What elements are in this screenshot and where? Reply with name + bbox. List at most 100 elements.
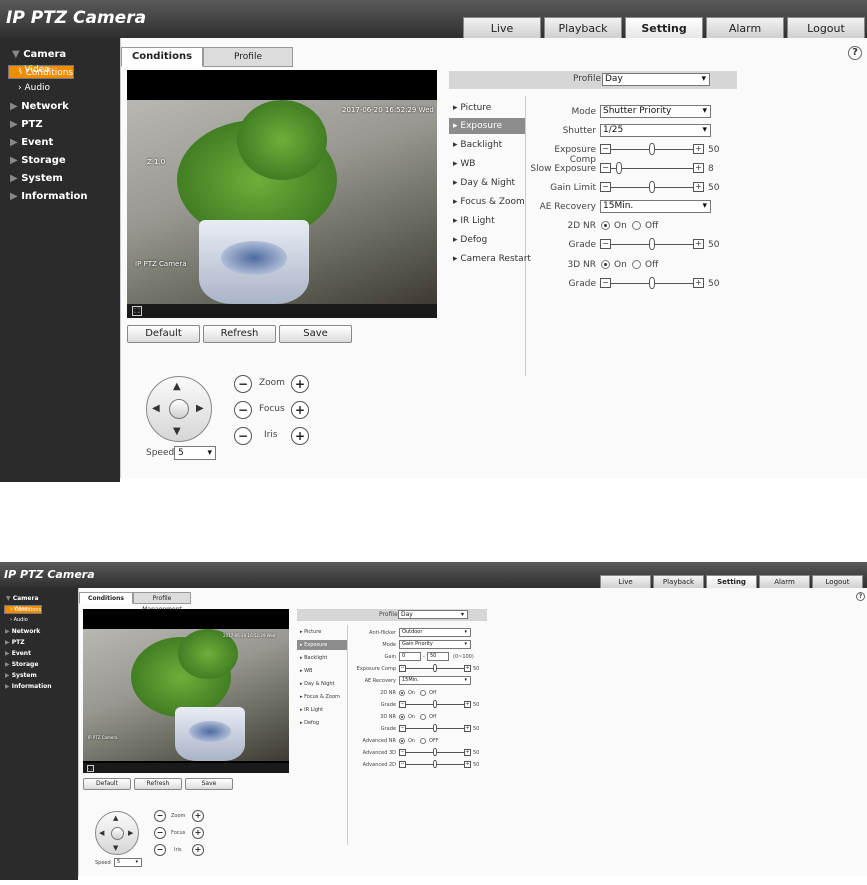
menu-item-wb[interactable]: ▸ WB bbox=[449, 156, 525, 172]
menu-item-focus-zoom[interactable]: ▸ Focus & Zoom bbox=[449, 194, 525, 210]
arrow-down-icon[interactable]: ▼ bbox=[113, 844, 118, 852]
increase-button[interactable]: + bbox=[464, 701, 471, 708]
menu-item-exposure[interactable]: ▸ Exposure bbox=[449, 118, 525, 134]
increase-button[interactable]: + bbox=[464, 761, 471, 768]
slow-exposure-slider[interactable]: − + bbox=[600, 162, 715, 175]
ptz-direction-pad[interactable]: ▲ ▼ ◀ ▶ bbox=[95, 811, 139, 855]
arrow-left-icon[interactable]: ◀ bbox=[99, 829, 104, 837]
profile-select[interactable]: Day ▾ bbox=[398, 610, 468, 619]
arrow-up-icon[interactable]: ▲ bbox=[173, 381, 181, 392]
tab-alarm[interactable]: Alarm bbox=[706, 17, 784, 38]
sidebar-item-event[interactable]: ▶ Event bbox=[0, 647, 78, 658]
3d-nr-on-radio[interactable] bbox=[601, 260, 610, 269]
profile-select[interactable]: Day ▾ bbox=[602, 73, 710, 86]
exposure-comp-slider[interactable]: − + bbox=[600, 143, 715, 156]
sidebar-item-storage[interactable]: ▶ Storage bbox=[0, 658, 78, 669]
focus-out-button[interactable]: − bbox=[154, 827, 166, 839]
grade-slider[interactable]: − + bbox=[600, 238, 715, 251]
tab-playback[interactable]: Playback bbox=[544, 17, 622, 38]
menu-item-ir-light[interactable]: ▸ IR Light bbox=[297, 705, 347, 715]
sidebar-item-ptz[interactable]: ▶ PTZ bbox=[0, 115, 120, 133]
sidebar-item-system[interactable]: ▶ System bbox=[0, 169, 120, 187]
help-icon[interactable]: ? bbox=[856, 592, 865, 601]
arrow-up-icon[interactable]: ▲ bbox=[113, 814, 118, 822]
slider-thumb[interactable] bbox=[433, 760, 437, 768]
zoom-out-button[interactable]: − bbox=[154, 810, 166, 822]
slider-thumb[interactable] bbox=[433, 748, 437, 756]
tab-setting[interactable]: Setting bbox=[625, 17, 703, 38]
advanced-3d-slider[interactable]: − + bbox=[399, 748, 471, 757]
exposure-comp-slider[interactable]: − + bbox=[399, 664, 471, 673]
menu-item-wb[interactable]: ▸ WB bbox=[297, 666, 347, 676]
increase-button[interactable]: + bbox=[464, 665, 471, 672]
menu-item-picture[interactable]: ▸ Picture bbox=[449, 100, 525, 116]
3d-nr-on-radio[interactable] bbox=[399, 714, 405, 720]
save-button[interactable]: Save bbox=[185, 778, 233, 790]
advanced-nr-off-radio[interactable] bbox=[420, 738, 426, 744]
slider-thumb[interactable] bbox=[649, 143, 655, 155]
menu-item-backlight[interactable]: ▸ Backlight bbox=[449, 137, 525, 153]
focus-in-button[interactable]: + bbox=[192, 827, 204, 839]
decrease-button[interactable]: − bbox=[399, 701, 406, 708]
decrease-button[interactable]: − bbox=[600, 163, 611, 173]
save-button[interactable]: Save bbox=[279, 325, 352, 343]
decrease-button[interactable]: − bbox=[399, 665, 406, 672]
gain-limit-slider[interactable]: − + bbox=[600, 181, 715, 194]
iris-close-button[interactable]: − bbox=[154, 844, 166, 856]
help-icon[interactable]: ? bbox=[848, 46, 862, 60]
sidebar-item-storage[interactable]: ▶ Storage bbox=[0, 151, 120, 169]
slider-thumb[interactable] bbox=[616, 162, 623, 174]
tab-playback[interactable]: Playback bbox=[653, 575, 704, 588]
menu-item-ir-light[interactable]: ▸ IR Light bbox=[449, 213, 525, 229]
slider-thumb[interactable] bbox=[649, 238, 655, 250]
sidebar-item-audio[interactable]: › Audio bbox=[0, 614, 78, 625]
zoom-in-button[interactable]: + bbox=[291, 375, 309, 393]
3d-nr-off-radio[interactable] bbox=[632, 260, 641, 269]
speed-select[interactable]: 5 ▾ bbox=[114, 858, 142, 867]
menu-item-picture[interactable]: ▸ Picture bbox=[297, 627, 347, 637]
advanced-nr-on-radio[interactable] bbox=[399, 738, 405, 744]
tab-live[interactable]: Live bbox=[463, 17, 541, 38]
decrease-button[interactable]: − bbox=[600, 239, 611, 249]
ptz-direction-pad[interactable]: ▲ ▼ ◀ ▶ bbox=[146, 376, 212, 442]
tab-profile-management[interactable]: Profile Management bbox=[133, 592, 191, 613]
tab-profile-management[interactable]: Profile Management bbox=[203, 47, 293, 80]
sidebar-item-audio[interactable]: › Audio bbox=[0, 79, 120, 97]
sidebar-item-video[interactable]: › Video bbox=[0, 603, 78, 614]
tab-conditions[interactable]: Conditions bbox=[79, 592, 133, 604]
sidebar-item-network[interactable]: ▶ Network bbox=[0, 625, 78, 636]
sidebar-item-network[interactable]: ▶ Network bbox=[0, 97, 120, 115]
increase-button[interactable]: + bbox=[464, 725, 471, 732]
default-button[interactable]: Default bbox=[127, 325, 200, 343]
tab-alarm[interactable]: Alarm bbox=[759, 575, 810, 588]
sidebar-item-ptz[interactable]: ▶ PTZ bbox=[0, 636, 78, 647]
decrease-button[interactable]: − bbox=[399, 725, 406, 732]
sidebar-item-system[interactable]: ▶ System bbox=[0, 669, 78, 680]
default-button[interactable]: Default bbox=[83, 778, 131, 790]
arrow-right-icon[interactable]: ▶ bbox=[196, 403, 204, 414]
fullscreen-icon[interactable]: ⛶ bbox=[132, 306, 142, 316]
menu-item-focus-zoom[interactable]: ▸ Focus & Zoom bbox=[297, 692, 347, 702]
increase-button[interactable]: + bbox=[464, 749, 471, 756]
slider-thumb[interactable] bbox=[649, 181, 655, 193]
slider-thumb[interactable] bbox=[433, 700, 437, 708]
menu-item-day-night[interactable]: ▸ Day & Night bbox=[449, 175, 525, 191]
slider-thumb[interactable] bbox=[433, 724, 437, 732]
ae-recovery-select[interactable]: 15Min. ▾ bbox=[399, 676, 471, 685]
decrease-button[interactable]: − bbox=[399, 761, 406, 768]
2d-nr-off-radio[interactable] bbox=[420, 690, 426, 696]
refresh-button[interactable]: Refresh bbox=[134, 778, 182, 790]
menu-item-defog[interactable]: ▸ Defog bbox=[297, 718, 347, 728]
sidebar-item-event[interactable]: ▶ Event bbox=[0, 133, 120, 151]
anti-flicker-select[interactable]: Outdoor ▾ bbox=[399, 628, 471, 637]
refresh-button[interactable]: Refresh bbox=[203, 325, 276, 343]
iris-open-button[interactable]: + bbox=[291, 427, 309, 445]
decrease-button[interactable]: − bbox=[600, 182, 611, 192]
increase-button[interactable]: + bbox=[693, 278, 704, 288]
arrow-right-icon[interactable]: ▶ bbox=[128, 829, 133, 837]
increase-button[interactable]: + bbox=[693, 239, 704, 249]
ptz-center-button[interactable] bbox=[111, 827, 124, 840]
arrow-down-icon[interactable]: ▼ bbox=[173, 426, 181, 437]
grade-slider[interactable]: − + bbox=[600, 277, 715, 290]
menu-item-defog[interactable]: ▸ Defog bbox=[449, 232, 525, 248]
